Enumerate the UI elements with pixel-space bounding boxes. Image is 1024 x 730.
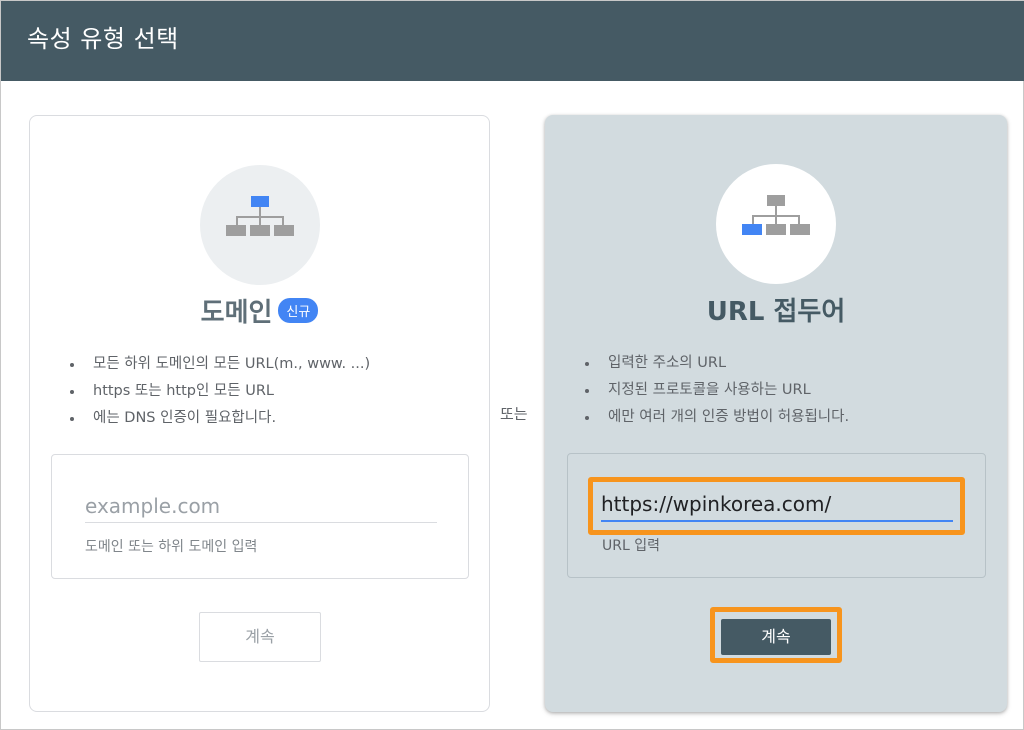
new-badge: 신규: [278, 298, 319, 323]
domain-property-card[interactable]: 도메인 신규 모든 하위 도메인의 모든 URL(m., www. ...) ht…: [29, 115, 490, 712]
list-item: https 또는 http인 모든 URL: [70, 378, 370, 405]
domain-input-help: 도메인 또는 하위 도메인 입력: [85, 539, 258, 555]
domain-feature-list: 모든 하위 도메인의 모든 URL(m., www. ...) https 또는…: [70, 351, 370, 432]
list-item: 모든 하위 도메인의 모든 URL(m., www. ...): [70, 351, 370, 378]
list-item: 에만 여러 개의 인증 방법이 허용됩니다.: [585, 404, 849, 431]
list-item: 지정된 프로토콜을 사용하는 URL: [585, 377, 849, 404]
list-item: 입력한 주소의 URL: [585, 350, 849, 377]
dialog-header: 속성 유형 선택: [1, 1, 1024, 81]
url-prefix-feature-list: 입력한 주소의 URL 지정된 프로토콜을 사용하는 URL 에만 여러 개의 …: [585, 350, 849, 431]
or-separator: 또는: [500, 405, 528, 423]
domain-input-container: 도메인 또는 하위 도메인 입력: [51, 454, 469, 579]
dialog-title: 속성 유형 선택: [27, 25, 179, 53]
domain-title-text: 도메인: [200, 298, 273, 328]
url-prefix-sitemap-icon: [716, 164, 836, 284]
url-prefix-card-title: URL 접두어: [706, 297, 846, 327]
domain-continue-button[interactable]: 계속: [199, 612, 321, 662]
domain-sitemap-icon: [200, 165, 320, 285]
property-type-dialog: 속성 유형 선택 도메인 신규 모든 하위 도메인의 모든 URL(m., www…: [0, 0, 1024, 730]
url-input-help: URL 입력: [602, 538, 660, 554]
domain-input[interactable]: [85, 489, 437, 523]
domain-card-title: 도메인 신규: [30, 292, 489, 329]
continue-button-highlight: [710, 607, 842, 663]
list-item: 에는 DNS 인증이 필요합니다.: [70, 405, 370, 432]
url-input-highlight: [588, 477, 965, 535]
